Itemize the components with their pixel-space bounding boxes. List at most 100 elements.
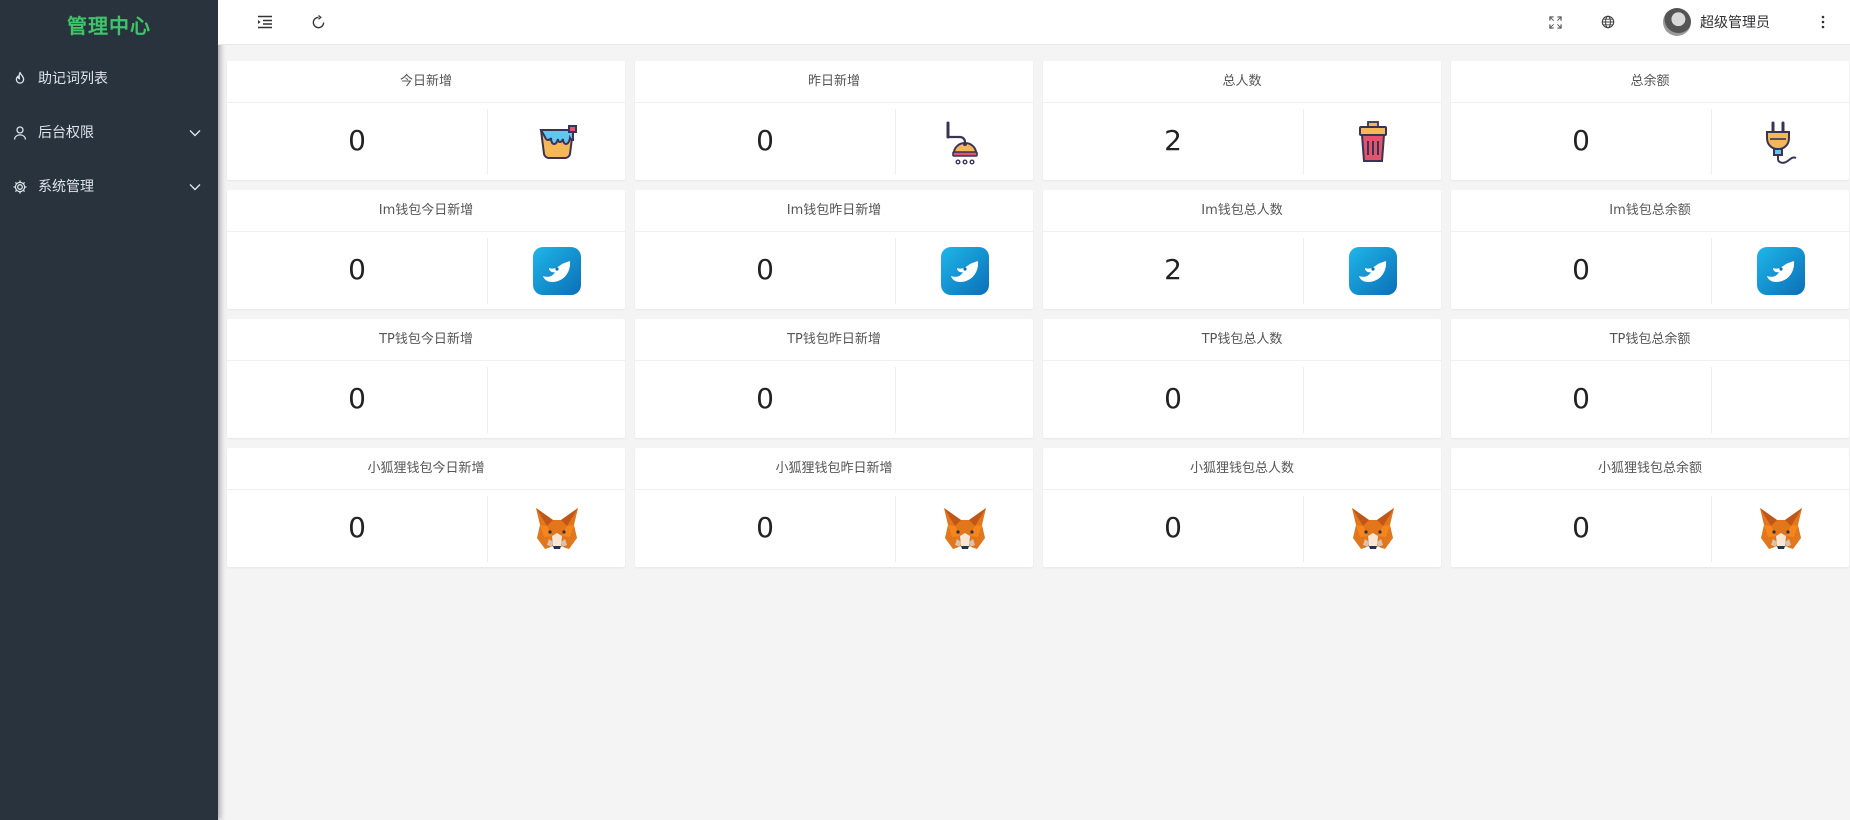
stat-card-title: TP钱包总人数 bbox=[1043, 319, 1441, 361]
stat-card-body: 0 bbox=[635, 361, 1033, 439]
stat-card-value: 0 bbox=[635, 109, 896, 175]
imtoken-icon bbox=[532, 247, 581, 295]
stat-card-title: Im钱包总余额 bbox=[1451, 190, 1849, 232]
stat-card-title: TP钱包总余额 bbox=[1451, 319, 1849, 361]
stat-card-body: 0 bbox=[1451, 361, 1849, 439]
stat-card-body: 0 bbox=[1043, 361, 1441, 439]
stat-card-value: 0 bbox=[1451, 367, 1712, 433]
fire-icon bbox=[15, 71, 25, 84]
stat-card-title: Im钱包今日新增 bbox=[227, 190, 625, 232]
stat-card-value: 0 bbox=[635, 496, 896, 562]
shower-icon bbox=[946, 121, 978, 165]
stat-card: TP钱包总余额 0 bbox=[1451, 319, 1849, 438]
stat-card: 总余额 0 bbox=[1451, 61, 1849, 180]
stat-card-icon-slot bbox=[896, 490, 1033, 568]
globe-icon bbox=[1601, 15, 1615, 29]
user-icon bbox=[13, 126, 27, 140]
trash-bin-icon bbox=[1358, 121, 1387, 162]
stat-card-body: 0 bbox=[1451, 103, 1849, 181]
stat-card-body: 0 bbox=[227, 490, 625, 568]
imtoken-icon bbox=[940, 247, 989, 295]
metamask-fox-icon bbox=[1759, 508, 1802, 549]
stat-card: TP钱包昨日新增 0 bbox=[635, 319, 1033, 438]
stat-card-title: 小狐狸钱包昨日新增 bbox=[635, 448, 1033, 490]
stat-card-body: 0 bbox=[635, 232, 1033, 310]
stat-card-value: 0 bbox=[635, 367, 896, 433]
stat-card-value: 0 bbox=[227, 367, 488, 433]
stat-card-title: 昨日新增 bbox=[635, 61, 1033, 103]
stat-card-body: 0 bbox=[1451, 490, 1849, 568]
sidebar-item-admin-permissions[interactable]: 后台权限 bbox=[0, 106, 218, 160]
stat-card-title: 总人数 bbox=[1043, 61, 1441, 103]
metamask-fox-icon bbox=[535, 508, 578, 549]
plug-icon bbox=[1765, 121, 1796, 164]
stat-card-body: 0 bbox=[1451, 232, 1849, 310]
stat-card-icon-slot bbox=[1304, 103, 1441, 181]
refresh-button[interactable] bbox=[307, 11, 329, 33]
stat-card-icon-slot bbox=[1712, 103, 1849, 181]
stat-card: TP钱包总人数 0 bbox=[1043, 319, 1441, 438]
stat-card: 小狐狸钱包昨日新增 0 bbox=[635, 448, 1033, 567]
stat-card: 今日新增 0 bbox=[227, 61, 625, 180]
avatar bbox=[1663, 8, 1691, 36]
fullscreen-button[interactable] bbox=[1544, 11, 1566, 33]
stat-card-icon-slot bbox=[488, 490, 625, 568]
stats-grid: 今日新增 0 昨日新增 0 总人数 2 总余额 0 Im钱包今日新增 0 Im钱包昨日新增 0 Im钱包… bbox=[227, 61, 1850, 567]
stat-card-body: 0 bbox=[227, 232, 625, 310]
stat-card-value: 0 bbox=[1043, 367, 1304, 433]
stat-card-value: 0 bbox=[1451, 109, 1712, 175]
imtoken-icon bbox=[1348, 247, 1397, 295]
stat-card-value: 0 bbox=[1451, 496, 1712, 562]
stat-card-icon-slot bbox=[1304, 490, 1441, 568]
stat-card: 小狐狸钱包今日新增 0 bbox=[227, 448, 625, 567]
stat-card-icon-slot bbox=[1712, 361, 1849, 439]
stat-card-body: 0 bbox=[635, 490, 1033, 568]
stat-card-title: 今日新增 bbox=[227, 61, 625, 103]
stat-card-body: 2 bbox=[1043, 103, 1441, 181]
top-header: 超级管理员 bbox=[218, 0, 1850, 45]
chevron-down-icon bbox=[189, 184, 201, 191]
stat-card-icon-slot bbox=[488, 361, 625, 439]
stat-card-icon-slot bbox=[1712, 232, 1849, 310]
menu-fold-button[interactable] bbox=[254, 11, 276, 33]
stat-card-value: 0 bbox=[1043, 496, 1304, 562]
user-name: 超级管理员 bbox=[1700, 15, 1770, 31]
sidebar-item-mnemonic-list[interactable]: 助记词列表 bbox=[0, 52, 218, 106]
stat-card-value: 0 bbox=[227, 109, 488, 175]
stat-card-value: 0 bbox=[635, 238, 896, 304]
stat-card: 小狐狸钱包总余额 0 bbox=[1451, 448, 1849, 567]
stat-card-icon-slot bbox=[488, 232, 625, 310]
user-menu[interactable]: 超级管理员 bbox=[1663, 8, 1770, 36]
stat-card-body: 0 bbox=[1043, 490, 1441, 568]
stat-card: Im钱包总人数 2 bbox=[1043, 190, 1441, 309]
stat-card: 总人数 2 bbox=[1043, 61, 1441, 180]
stat-card: 小狐狸钱包总人数 0 bbox=[1043, 448, 1441, 567]
menu-fold-icon bbox=[258, 15, 272, 29]
stat-card-icon-slot bbox=[896, 103, 1033, 181]
stat-card-value: 0 bbox=[1451, 238, 1712, 304]
refresh-icon bbox=[312, 14, 324, 28]
stat-card: Im钱包总余额 0 bbox=[1451, 190, 1849, 309]
stat-card-icon-slot bbox=[488, 103, 625, 181]
more-button[interactable] bbox=[1812, 11, 1834, 33]
stat-card-icon-slot bbox=[896, 361, 1033, 439]
chevron-down-icon bbox=[189, 130, 201, 137]
stat-card-title: 小狐狸钱包今日新增 bbox=[227, 448, 625, 490]
stat-card-icon-slot bbox=[1304, 232, 1441, 310]
stat-card-icon-slot bbox=[1712, 490, 1849, 568]
brand-title[interactable]: 管理中心 bbox=[0, 0, 218, 52]
stat-card-value: 0 bbox=[227, 496, 488, 562]
paint-bucket-icon bbox=[538, 125, 577, 159]
metamask-fox-icon bbox=[943, 508, 986, 549]
sidebar-item-label: 后台权限 bbox=[38, 125, 94, 141]
stat-card-title: 小狐狸钱包总人数 bbox=[1043, 448, 1441, 490]
stat-card-title: Im钱包昨日新增 bbox=[635, 190, 1033, 232]
stat-card: TP钱包今日新增 0 bbox=[227, 319, 625, 438]
stat-card-icon-slot bbox=[1304, 361, 1441, 439]
stat-card-value: 2 bbox=[1043, 238, 1304, 304]
fullscreen-icon bbox=[1548, 15, 1562, 29]
stat-card: 昨日新增 0 bbox=[635, 61, 1033, 180]
sidebar-item-system-management[interactable]: 系统管理 bbox=[0, 160, 218, 214]
language-button[interactable] bbox=[1597, 11, 1619, 33]
stat-card-title: 总余额 bbox=[1451, 61, 1849, 103]
